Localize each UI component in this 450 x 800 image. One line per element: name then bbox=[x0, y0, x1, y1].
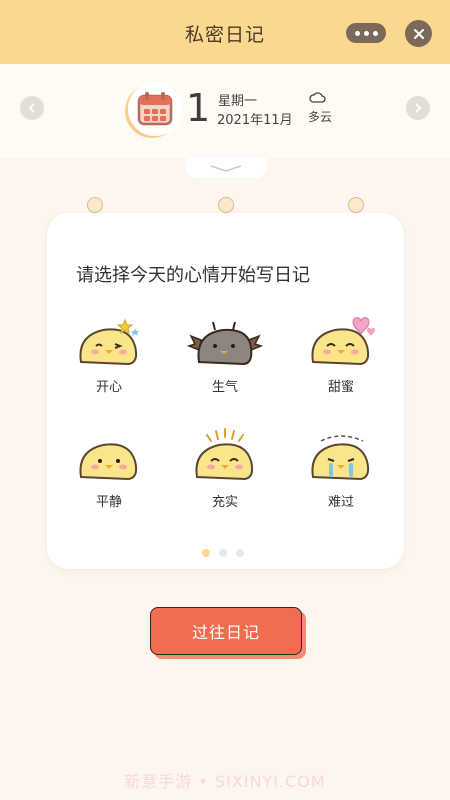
next-day-button[interactable] bbox=[406, 96, 430, 120]
year-month-label: 2021年11月 bbox=[217, 113, 293, 128]
calm-chick-icon bbox=[79, 443, 138, 481]
date-bar: 1 星期一 2021年11月 多云 bbox=[0, 64, 450, 158]
page-indicator bbox=[202, 549, 244, 557]
mood-happy[interactable]: 开心 bbox=[59, 306, 159, 395]
mood-fulfilled[interactable]: 充实 bbox=[175, 421, 275, 510]
close-icon bbox=[413, 28, 424, 39]
prev-day-button[interactable] bbox=[20, 96, 44, 120]
sweet-chick-icon bbox=[311, 317, 375, 366]
calendar-icon bbox=[137, 92, 173, 126]
cloud-icon bbox=[309, 92, 326, 103]
title-bar: 私密日记 bbox=[0, 0, 450, 64]
mood-label: 充实 bbox=[211, 495, 238, 510]
weather-label: 多云 bbox=[308, 110, 333, 124]
close-button[interactable] bbox=[405, 20, 432, 47]
chevron-right-icon bbox=[415, 103, 422, 113]
day-number: 1 bbox=[186, 86, 211, 130]
mood-sad[interactable]: 难过 bbox=[291, 421, 391, 510]
mood-calm[interactable]: 平静 bbox=[59, 421, 159, 510]
mood-sweet[interactable]: 甜蜜 bbox=[291, 306, 391, 395]
mood-label: 难过 bbox=[327, 495, 354, 510]
page-dot[interactable] bbox=[236, 549, 244, 557]
watermark: 新意手游 • SIXINYI.COM bbox=[124, 772, 326, 791]
happy-chick-icon bbox=[79, 318, 139, 366]
mood-label: 开心 bbox=[95, 380, 122, 395]
more-button[interactable] bbox=[346, 23, 386, 43]
angry-chick-icon bbox=[186, 321, 264, 366]
past-diaries-button[interactable]: 过往日记 bbox=[150, 607, 302, 655]
page-dot[interactable] bbox=[202, 549, 210, 557]
page-dot[interactable] bbox=[219, 549, 227, 557]
sad-chick-icon bbox=[311, 435, 370, 481]
mood-angry[interactable]: 生气 bbox=[175, 306, 275, 395]
ellipsis-icon bbox=[354, 30, 360, 36]
mood-label: 生气 bbox=[211, 380, 238, 395]
mood-prompt: 请选择今天的心情开始写日记 bbox=[76, 265, 310, 286]
mood-label: 平静 bbox=[95, 495, 122, 510]
chevron-down-icon bbox=[210, 165, 242, 172]
chevron-left-icon bbox=[28, 103, 35, 113]
mood-label: 甜蜜 bbox=[327, 380, 354, 395]
expand-calendar-tab[interactable] bbox=[186, 158, 266, 178]
fulfilled-chick-icon bbox=[195, 428, 254, 481]
calendar-button[interactable] bbox=[128, 82, 182, 136]
mood-card: 请选择今天的心情开始写日记 开心 生气 甜蜜 平静 充实 难过 bbox=[47, 213, 404, 569]
weekday-label: 星期一 bbox=[218, 94, 258, 109]
